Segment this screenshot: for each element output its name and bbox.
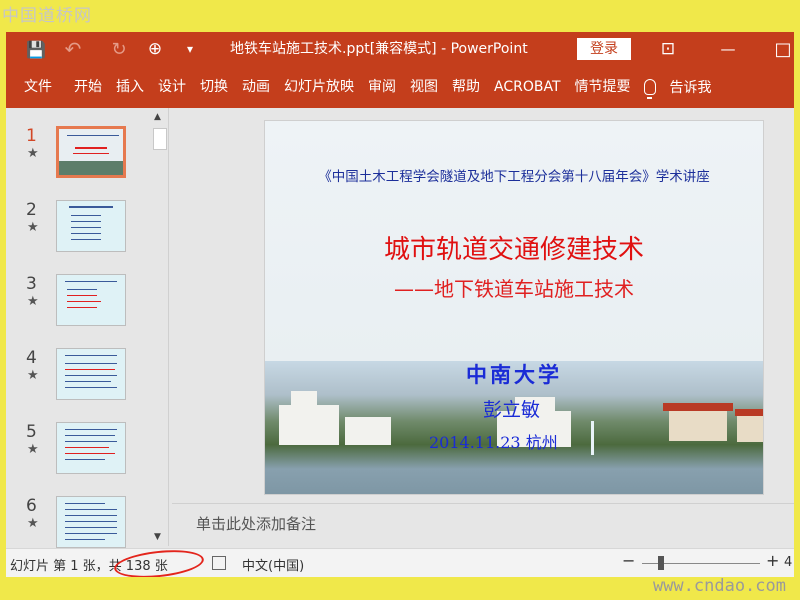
slide-university: 中南大学	[466, 362, 562, 387]
tab-slideshow[interactable]: 幻灯片放映	[277, 66, 361, 108]
notes-placeholder: 单击此处添加备注	[196, 515, 317, 533]
slide-date-location: 2014.11.23 杭州	[429, 433, 558, 452]
slide-thumbnail	[56, 126, 126, 178]
slide-thumbnail-pane: 1 ★ 2 ★ 3 ★ 4 ★ 5 ★ 6 ★	[6, 108, 150, 548]
slide-number: 6	[26, 496, 37, 516]
thumbnail-item[interactable]: 6 ★	[6, 496, 136, 552]
ribbon-display-options-icon[interactable]: ⊡	[656, 32, 680, 66]
tab-storyboarding[interactable]: 情节提要	[568, 66, 638, 108]
tab-view[interactable]: 视图	[403, 66, 445, 108]
slide-number: 1	[26, 126, 37, 146]
slide-editing-area: 《中国土木工程学会隧道及地下工程分会第十八届年会》学术讲座 城市轨道交通修建技术…	[172, 108, 794, 542]
animation-star-icon: ★	[27, 146, 39, 161]
slide-number: 2	[26, 200, 37, 220]
undo-icon[interactable]: ↶	[62, 32, 84, 66]
scroll-up-icon[interactable]: ▲	[154, 112, 161, 122]
current-slide[interactable]: 《中国土木工程学会隧道及地下工程分会第十八届年会》学术讲座 城市轨道交通修建技术…	[264, 120, 764, 495]
slide-subtitle: ——地下铁道车站施工技术	[394, 277, 634, 301]
slide-number: 4	[26, 348, 37, 368]
redo-icon[interactable]: ↻	[108, 32, 130, 66]
slide-thumbnail	[56, 422, 126, 474]
watermark-bottom: www.cndao.com	[652, 576, 786, 596]
thumbnail-item[interactable]: 1 ★	[6, 126, 136, 182]
lightbulb-icon	[643, 79, 656, 99]
notes-pane[interactable]: 单击此处添加备注	[172, 503, 794, 543]
notes-toggle-icon[interactable]	[212, 556, 226, 570]
slide-author: 彭立敏	[483, 399, 541, 421]
tab-file[interactable]: 文件	[10, 66, 67, 108]
tab-design[interactable]: 设计	[151, 66, 193, 108]
document-title: 地铁车站施工技术.ppt[兼容模式] - PowerPoint	[230, 41, 528, 57]
zoom-slider-handle[interactable]	[658, 556, 664, 570]
customize-toolbar-icon[interactable]: ▾	[182, 32, 198, 66]
tab-help[interactable]: 帮助	[445, 66, 487, 108]
animation-star-icon: ★	[27, 294, 39, 309]
zoom-level[interactable]: 4	[784, 555, 792, 570]
status-bar: 幻灯片 第 1 张，共 138 张 中文(中国) − + 4	[6, 546, 794, 577]
tab-animations[interactable]: 动画	[235, 66, 277, 108]
slide-number: 5	[26, 422, 37, 442]
ribbon-tabs: 文件 开始 插入 设计 切换 动画 幻灯片放映 审阅 视图 帮助 ACROBAT…	[6, 66, 794, 108]
zoom-out-button[interactable]: −	[622, 551, 635, 570]
title-bar: 💾 ↶ ↻ ⊕ ▾ 地铁车站施工技术.ppt[兼容模式] - PowerPoin…	[6, 32, 794, 66]
thumbnail-item[interactable]: 5 ★	[6, 422, 136, 478]
slide-thumbnail	[56, 496, 126, 548]
thumbnail-item[interactable]: 4 ★	[6, 348, 136, 404]
slide-thumbnail	[56, 200, 126, 252]
animation-star-icon: ★	[27, 368, 39, 383]
scroll-down-icon[interactable]: ▼	[154, 532, 161, 542]
thumbnail-item[interactable]: 3 ★	[6, 274, 136, 330]
language-status[interactable]: 中文(中国)	[242, 555, 304, 574]
save-icon[interactable]: 💾	[24, 32, 48, 66]
slide-conference-text: 《中国土木工程学会隧道及地下工程分会第十八届年会》学术讲座	[318, 169, 710, 185]
thumbnail-item[interactable]: 2 ★	[6, 200, 136, 256]
slide-number: 3	[26, 274, 37, 294]
slide-thumbnail	[56, 348, 126, 400]
animation-star-icon: ★	[27, 516, 39, 531]
maximize-icon[interactable]: □	[772, 32, 794, 66]
slide-thumbnail	[56, 274, 126, 326]
powerpoint-window: 💾 ↶ ↻ ⊕ ▾ 地铁车站施工技术.ppt[兼容模式] - PowerPoin…	[6, 32, 794, 577]
tab-home[interactable]: 开始	[67, 66, 109, 108]
watermark-top: 中国道桥网	[2, 6, 92, 26]
tab-transitions[interactable]: 切换	[193, 66, 235, 108]
minimize-icon[interactable]: —	[716, 32, 740, 66]
thumbnail-scrollbar[interactable]: ▲ ▼	[151, 108, 169, 546]
login-button[interactable]: 登录	[577, 38, 631, 60]
tab-review[interactable]: 审阅	[361, 66, 403, 108]
present-icon[interactable]: ⊕	[142, 32, 168, 66]
zoom-in-button[interactable]: +	[766, 551, 779, 570]
tell-me-search[interactable]: 告诉我	[643, 77, 712, 99]
tab-acrobat[interactable]: ACROBAT	[487, 66, 568, 108]
slide-title: 城市轨道交通修建技术	[383, 235, 644, 265]
scrollbar-thumb[interactable]	[153, 128, 167, 150]
animation-star-icon: ★	[27, 220, 39, 235]
animation-star-icon: ★	[27, 442, 39, 457]
tab-insert[interactable]: 插入	[109, 66, 151, 108]
annotation-oval	[112, 546, 206, 577]
tell-me-label: 告诉我	[669, 80, 712, 96]
